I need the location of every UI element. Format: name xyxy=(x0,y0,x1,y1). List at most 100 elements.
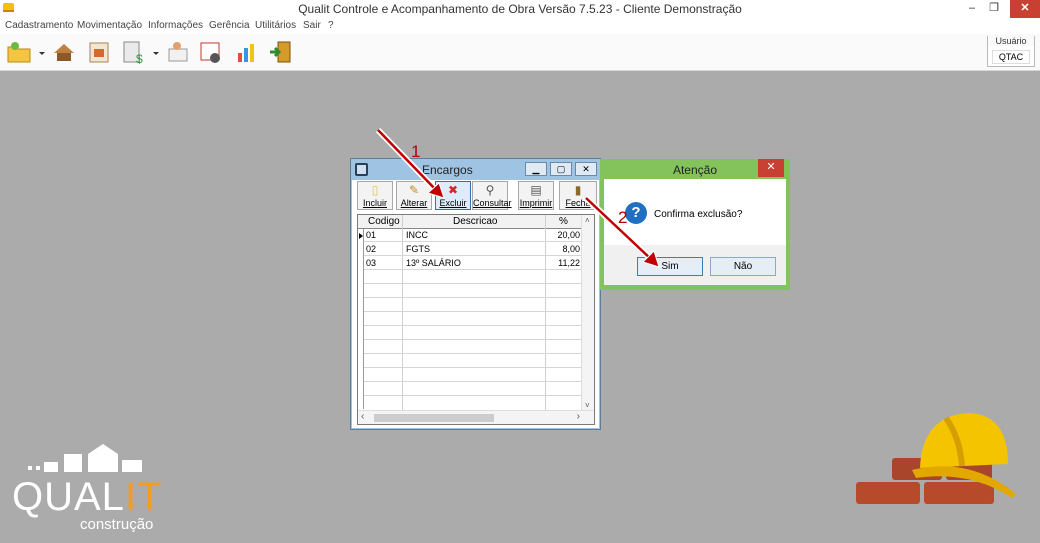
alterar-label: Alterar xyxy=(400,198,428,208)
logo-text-b: IT xyxy=(124,475,163,519)
qualit-logo: QUALIT construção xyxy=(10,440,180,535)
report-person-icon[interactable] xyxy=(165,39,191,65)
imprimir-button[interactable]: ▤ Imprimir xyxy=(518,181,554,210)
fechar-label: Fecha xyxy=(565,198,591,208)
no-button[interactable]: Não xyxy=(710,257,776,276)
empty-row xyxy=(364,285,582,298)
close-icon[interactable]: ✕ xyxy=(575,162,597,176)
table-row[interactable]: 03 13º SALÁRIO 11,22 xyxy=(364,257,582,270)
imprimir-label: Imprimir xyxy=(519,198,553,208)
fechar-button[interactable]: ▮ Fecha xyxy=(559,181,597,210)
restore-button[interactable]: ❐ xyxy=(980,0,1008,18)
cell-pct: 20,00 xyxy=(557,230,580,240)
dropdown-arrow-icon[interactable] xyxy=(39,52,45,55)
cell-descricao: 13º SALÁRIO xyxy=(406,258,461,268)
edit-icon: ✎ xyxy=(408,183,420,197)
cell-pct: 8,00 xyxy=(562,244,580,254)
col-descricao[interactable]: Descricao xyxy=(453,216,497,227)
menu-utilitarios[interactable]: Utilitários xyxy=(255,20,296,31)
houses-icon xyxy=(28,444,142,472)
cell-descricao: FGTS xyxy=(406,244,430,254)
empty-row xyxy=(364,355,582,368)
exit-door-icon: ▮ xyxy=(574,183,582,197)
menu-bar: Cadastramento Movimentação Informações G… xyxy=(0,18,1040,34)
dialog-footer: Sim Não xyxy=(604,245,786,285)
window-title: Qualit Controle e Acompanhamento de Obra… xyxy=(298,2,742,16)
user-box: Usuário QTAC xyxy=(987,36,1035,67)
confirm-dialog: Atenção ✕ ? Confirma exclusão? Sim Não xyxy=(600,159,790,290)
logo-subtitle: construção xyxy=(80,516,154,533)
horizontal-scrollbar[interactable]: ‹ › xyxy=(358,410,594,424)
table-row[interactable]: 02 FGTS 8,00 xyxy=(364,243,582,256)
cell-codigo: 02 xyxy=(366,244,377,254)
alterar-button[interactable]: ✎ Alterar xyxy=(396,181,432,210)
incluir-label: Incluir xyxy=(362,198,387,208)
encargos-toolbar: ▯ Incluir ✎ Alterar ✖ Excluir ⚲ Consulta… xyxy=(354,181,597,211)
delete-x-icon: ✖ xyxy=(447,183,459,197)
scroll-left-icon[interactable]: ‹ xyxy=(361,411,364,422)
encargos-window: Encargos ▁ ▢ ✕ ▯ Incluir ✎ Alterar ✖ Exc… xyxy=(350,158,601,430)
consultar-label: Consultar xyxy=(473,198,512,208)
chart-icon[interactable] xyxy=(234,39,260,65)
scroll-down-icon[interactable]: ˅ xyxy=(585,401,590,410)
annotation-step-1: 1 xyxy=(411,142,421,161)
svg-text:$: $ xyxy=(136,52,143,65)
title-bar: Qualit Controle e Acompanhamento de Obra… xyxy=(0,0,1040,18)
menu-informacoes[interactable]: Informações xyxy=(148,20,203,31)
vertical-scrollbar[interactable]: ˄ ˅ xyxy=(581,215,594,411)
encargos-title-bar: Encargos ▁ ▢ ✕ xyxy=(352,160,599,180)
excluir-button[interactable]: ✖ Excluir xyxy=(435,181,471,210)
close-button[interactable]: ✕ xyxy=(1010,0,1040,18)
empty-row xyxy=(364,271,582,284)
cell-codigo: 01 xyxy=(366,230,377,240)
incluir-button[interactable]: ▯ Incluir xyxy=(357,181,393,210)
encargos-title: Encargos xyxy=(422,163,473,177)
encargos-grid[interactable]: Codigo Descricao % 01 INCC 20,00 02 FGTS… xyxy=(357,214,595,425)
toolbar: $ xyxy=(0,34,1040,71)
logo-text-a: QUAL xyxy=(12,475,125,519)
user-value: QTAC xyxy=(992,50,1030,64)
schedule-icon[interactable] xyxy=(198,39,224,65)
menu-sair[interactable]: Sair xyxy=(303,20,321,31)
yes-button[interactable]: Sim xyxy=(637,257,703,276)
dialog-close-button[interactable]: ✕ xyxy=(758,159,784,177)
consultar-button[interactable]: ⚲ Consultar xyxy=(472,181,512,210)
menu-gerencia[interactable]: Gerência xyxy=(209,20,250,31)
printer-icon: ▤ xyxy=(530,183,542,197)
construction-icon[interactable] xyxy=(51,39,77,65)
calendar-doc-icon[interactable] xyxy=(86,39,112,65)
logo-text: QUALIT xyxy=(12,475,162,520)
cell-descricao: INCC xyxy=(406,230,428,240)
bricks-helmet-icon xyxy=(856,413,1016,504)
cell-codigo: 03 xyxy=(366,258,377,268)
col-codigo[interactable]: Codigo xyxy=(368,216,400,227)
dropdown-arrow-icon[interactable] xyxy=(153,52,159,55)
empty-row xyxy=(364,299,582,312)
col-pct[interactable]: % xyxy=(559,216,568,227)
magnifier-icon: ⚲ xyxy=(485,183,495,197)
empty-row xyxy=(364,341,582,354)
question-icon: ? xyxy=(625,202,647,224)
finance-doc-icon[interactable]: $ xyxy=(121,39,147,65)
cell-pct: 11,22 xyxy=(558,258,580,268)
scroll-up-icon[interactable]: ˄ xyxy=(585,216,590,225)
grid-header: Codigo Descricao % xyxy=(358,215,594,229)
empty-row xyxy=(364,327,582,340)
annotation-step-2: 2 xyxy=(618,208,628,227)
table-row[interactable]: 01 INCC 20,00 xyxy=(364,229,582,242)
exit-door-icon[interactable] xyxy=(268,39,294,65)
scroll-right-icon[interactable]: › xyxy=(577,411,580,422)
empty-row xyxy=(364,313,582,326)
excluir-label: Excluir xyxy=(439,198,467,208)
cadastro-folder-icon[interactable] xyxy=(6,39,32,65)
menu-help[interactable]: ? xyxy=(328,20,334,31)
window-icon xyxy=(355,163,368,176)
menu-movimentacao[interactable]: Movimentação xyxy=(77,20,142,31)
scroll-thumb[interactable] xyxy=(374,414,494,422)
current-row-arrow-icon xyxy=(359,233,363,239)
user-label: Usuário xyxy=(988,36,1034,46)
maximize-icon[interactable]: ▢ xyxy=(550,162,572,176)
menu-cadastramento[interactable]: Cadastramento xyxy=(5,20,73,31)
empty-row xyxy=(364,383,582,396)
minimize-icon[interactable]: ▁ xyxy=(525,162,547,176)
